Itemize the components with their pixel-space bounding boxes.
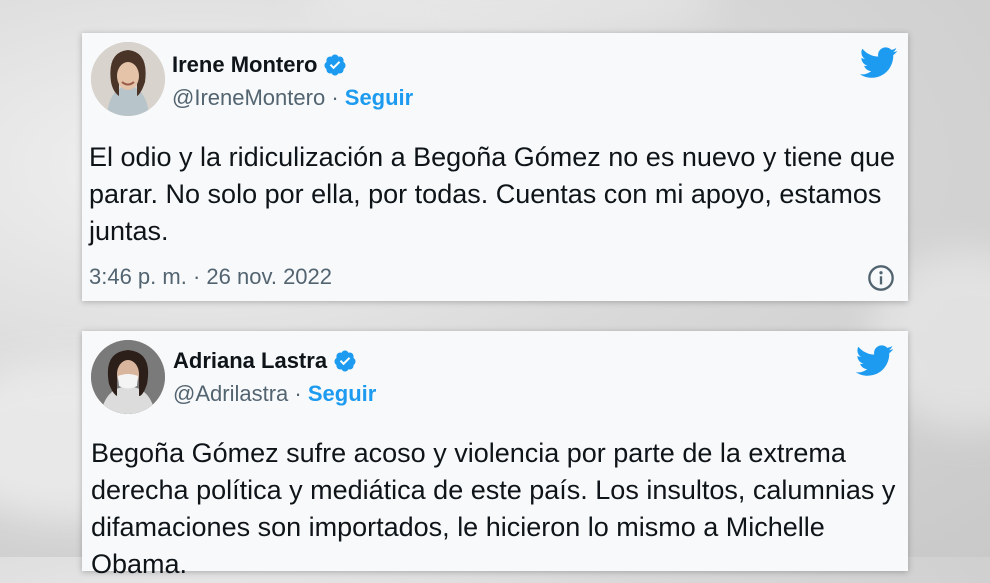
verified-badge-icon: [324, 54, 346, 76]
author-name[interactable]: Irene Montero: [172, 52, 317, 78]
separator-dot: ·: [294, 381, 302, 406]
avatar[interactable]: [91, 42, 165, 116]
avatar[interactable]: [91, 340, 165, 414]
author-name[interactable]: Adriana Lastra: [173, 348, 327, 374]
twitter-bird-icon[interactable]: [856, 345, 894, 377]
author-handle[interactable]: @IreneMontero: [172, 85, 325, 110]
separator-dot: ·: [331, 85, 339, 110]
follow-button[interactable]: Seguir: [345, 85, 413, 110]
tweet-text: El odio y la ridiculización a Begoña Góm…: [89, 142, 895, 246]
tweet-time[interactable]: 3:46 p. m.: [89, 264, 187, 289]
tweet-text: Begoña Gómez sufre acoso y violencia por…: [91, 438, 896, 579]
tweet-card-adriana-lastra[interactable]: Adriana Lastra @Adrilastra · Seguir Bego…: [82, 331, 908, 579]
follow-button[interactable]: Seguir: [308, 381, 376, 406]
info-icon[interactable]: [867, 264, 895, 292]
tweet-date[interactable]: 26 nov. 2022: [206, 264, 332, 289]
meta-separator: ·: [192, 264, 201, 289]
verified-badge-icon: [334, 350, 356, 372]
twitter-bird-icon[interactable]: [860, 47, 898, 79]
tweet-card-irene-montero[interactable]: Irene Montero @IreneMontero · Seguir El …: [82, 33, 908, 301]
author-handle[interactable]: @Adrilastra: [173, 381, 288, 406]
